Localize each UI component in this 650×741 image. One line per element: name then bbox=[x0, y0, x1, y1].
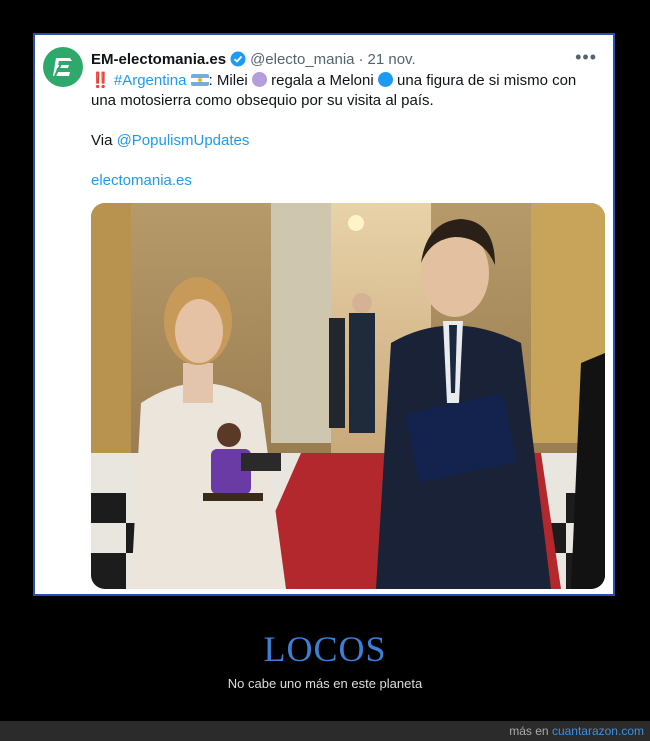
post-frame: EM-electomania.es @electo_mania · 21 nov… bbox=[33, 33, 615, 596]
footer-bar: más en cuantarazon.com bbox=[0, 721, 650, 741]
argentina-flag-icon bbox=[190, 74, 209, 86]
site-link[interactable]: electomania.es bbox=[91, 172, 192, 189]
separator: · bbox=[358, 50, 364, 68]
tweet-date[interactable]: 21 nov. bbox=[368, 51, 416, 68]
verified-badge-icon bbox=[230, 51, 246, 67]
purple-circle-icon bbox=[251, 72, 267, 87]
blue-circle-icon bbox=[377, 72, 393, 87]
electomania-logo-icon bbox=[53, 58, 72, 77]
via-label: Via bbox=[91, 132, 117, 149]
hashtag-argentina[interactable]: #Argentina bbox=[114, 72, 187, 89]
footer-site-link[interactable]: cuantarazon.com bbox=[552, 724, 644, 738]
post-caption: LOCOS No cabe uno más en este planeta bbox=[0, 628, 650, 691]
photo-illustration bbox=[91, 203, 605, 589]
author-name[interactable]: EM-electomania.es bbox=[91, 51, 226, 68]
via-mention-link[interactable]: @PopulismUpdates bbox=[117, 132, 250, 149]
text-after-circle: una figura de si mismo con bbox=[397, 72, 577, 89]
caption-subtitle: No cabe uno más en este planeta bbox=[227, 676, 423, 691]
footer-prefix: más en bbox=[509, 724, 552, 738]
text-after-flag: : Milei bbox=[208, 72, 248, 89]
author-handle[interactable]: @electo_mania bbox=[250, 51, 354, 68]
more-options-icon[interactable]: ••• bbox=[575, 47, 597, 68]
tweet-header: EM-electomania.es @electo_mania · 21 nov… bbox=[91, 47, 603, 69]
tweet-photo[interactable] bbox=[91, 203, 605, 589]
text-mid: regala a Meloni bbox=[271, 72, 374, 89]
tweet-card: EM-electomania.es @electo_mania · 21 nov… bbox=[35, 35, 613, 594]
text-line2: una motosierra como obsequio por su visi… bbox=[91, 92, 434, 109]
caption-title: LOCOS bbox=[263, 629, 387, 669]
tweet-text: ‼️ #Argentina : Milei regala a Meloni un… bbox=[91, 71, 599, 191]
double-exclamation-emoji: ‼️ bbox=[91, 72, 110, 89]
avatar[interactable] bbox=[43, 47, 83, 87]
